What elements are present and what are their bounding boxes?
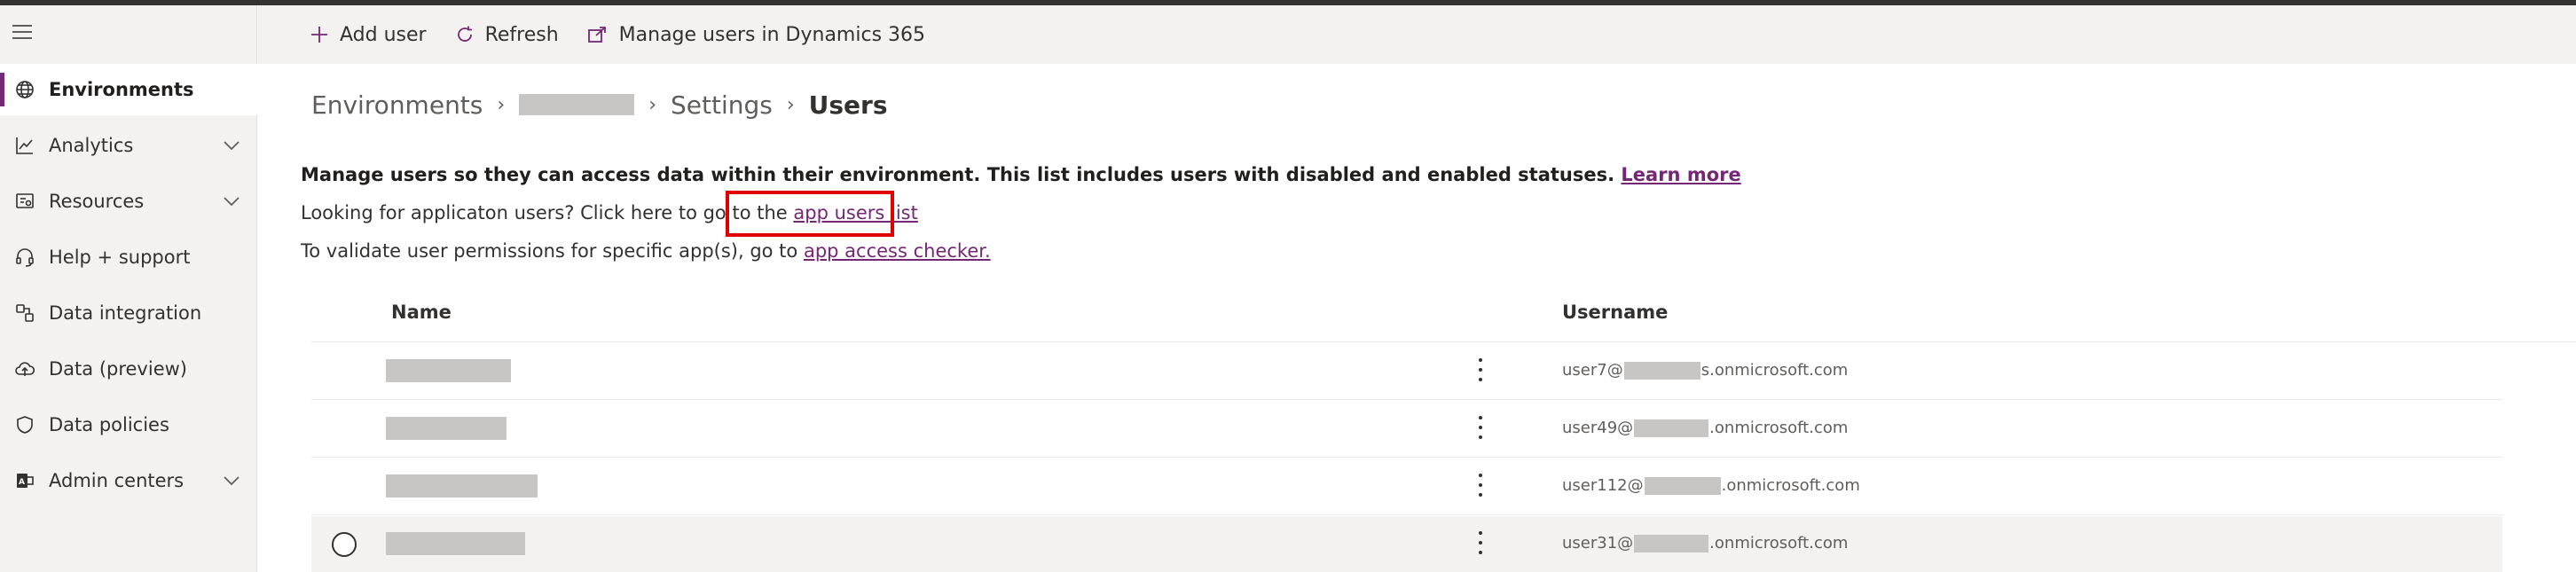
sidebar-item-label: Environments — [49, 79, 194, 100]
column-header-username[interactable]: Username — [1562, 302, 1668, 323]
user-name-redacted — [386, 417, 507, 440]
user-name-redacted — [386, 359, 511, 382]
chevron-down-icon[interactable] — [222, 192, 241, 211]
globe-icon — [12, 77, 37, 102]
app-access-checker-link[interactable]: app access checker. — [804, 240, 991, 262]
refresh-icon — [457, 26, 472, 42]
app-users-prefix: Looking for applicaton users? Click here… — [301, 202, 788, 223]
sidebar-item-label: Help + support — [49, 247, 191, 268]
sidebar-item-data-integration[interactable]: Data integration — [0, 287, 257, 339]
sidebar-item-label: Admin centers — [49, 470, 185, 491]
sidebar: Environments Analytics Resources Help + … — [0, 5, 257, 572]
username-cell: user49@ .onmicrosoft.com — [1562, 419, 1848, 437]
row-select-radio[interactable] — [332, 532, 357, 557]
manage-users-label: Manage users in Dynamics 365 — [618, 23, 926, 46]
table-row[interactable]: user31@ .onmicrosoft.com — [311, 516, 2502, 572]
chevron-right-icon: › — [648, 93, 656, 116]
username-suffix: s.onmicrosoft.com — [1700, 361, 1849, 380]
breadcrumb-environments[interactable]: Environments — [311, 90, 483, 120]
highlight-box — [726, 191, 894, 237]
sidebar-item-help-support[interactable]: Help + support — [0, 231, 257, 283]
command-bar: Add user Refresh Manage users in Dynamic… — [258, 5, 2576, 64]
more-options-icon[interactable] — [1475, 413, 1486, 442]
breadcrumb-settings[interactable]: Settings — [671, 90, 773, 120]
manage-users-dynamics-button[interactable]: Manage users in Dynamics 365 — [573, 5, 939, 64]
username-redacted — [1634, 419, 1709, 437]
breadcrumb-environment-redacted[interactable] — [519, 94, 635, 115]
sidebar-item-admin-centers[interactable]: A Admin centers — [0, 455, 257, 506]
more-options-icon[interactable] — [1475, 529, 1486, 557]
more-options-icon[interactable] — [1475, 356, 1486, 384]
sidebar-item-label: Data policies — [49, 414, 169, 435]
validate-text: To validate user permissions for specifi… — [301, 240, 991, 262]
username-prefix: user112@ — [1562, 476, 1644, 495]
username-prefix: user31@ — [1562, 534, 1634, 552]
chevron-down-icon[interactable] — [222, 136, 241, 155]
add-user-button[interactable]: Add user — [258, 5, 441, 64]
username-suffix: .onmicrosoft.com — [1709, 534, 1849, 552]
username-prefix: user49@ — [1562, 419, 1634, 437]
username-cell: user112@ .onmicrosoft.com — [1562, 476, 1860, 495]
cloud-icon — [12, 357, 37, 381]
hamburger-menu-icon[interactable] — [12, 25, 34, 43]
chart-line-icon — [12, 133, 37, 158]
user-name-redacted — [386, 474, 538, 498]
breadcrumb: Environments › › Settings › Users — [311, 87, 888, 122]
username-cell: user7@ s.onmicrosoft.com — [1562, 361, 1848, 380]
sidebar-item-label: Data integration — [49, 302, 202, 324]
validate-prefix: To validate user permissions for specifi… — [301, 240, 798, 262]
username-redacted — [1644, 476, 1721, 495]
username-redacted — [1634, 534, 1709, 552]
table-header-divider — [311, 341, 2576, 342]
sidebar-item-data-preview[interactable]: Data (preview) — [0, 343, 257, 395]
username-suffix: .onmicrosoft.com — [1709, 419, 1849, 437]
username-prefix: user7@ — [1562, 361, 1623, 380]
table-row[interactable]: user112@ .onmicrosoft.com — [311, 458, 2502, 515]
learn-more-link[interactable]: Learn more — [1621, 164, 1740, 185]
sidebar-item-resources[interactable]: Resources — [0, 176, 257, 227]
chevron-down-icon[interactable] — [222, 471, 241, 490]
data-integration-icon — [12, 301, 37, 325]
table-row[interactable]: user49@ .onmicrosoft.com — [311, 401, 2502, 458]
user-name-redacted — [386, 532, 525, 555]
add-user-label: Add user — [340, 23, 427, 46]
svg-text:A: A — [19, 478, 25, 487]
column-header-name[interactable]: Name — [391, 302, 452, 323]
chevron-right-icon: › — [786, 93, 795, 116]
refresh-label: Refresh — [484, 23, 559, 46]
shield-icon — [12, 412, 37, 437]
intro-text: Manage users so they can access data wit… — [301, 164, 1741, 185]
sidebar-item-label: Resources — [49, 191, 145, 212]
chevron-right-icon: › — [497, 93, 506, 116]
headset-icon — [12, 245, 37, 270]
resources-icon — [12, 189, 37, 214]
refresh-button[interactable]: Refresh — [441, 5, 573, 64]
username-suffix: .onmicrosoft.com — [1721, 476, 1860, 495]
table-row[interactable]: user7@ s.onmicrosoft.com — [311, 343, 2502, 400]
sidebar-item-data-policies[interactable]: Data policies — [0, 399, 257, 451]
plus-icon — [311, 27, 327, 43]
sidebar-item-label: Analytics — [49, 135, 134, 156]
intro-main-text: Manage users so they can access data wit… — [301, 164, 1615, 185]
sidebar-item-label: Data (preview) — [49, 358, 187, 380]
username-redacted — [1623, 361, 1700, 380]
page-title: Users — [808, 90, 888, 120]
sidebar-item-environments[interactable]: Environments — [0, 64, 257, 115]
sidebar-item-analytics[interactable]: Analytics — [0, 120, 257, 171]
open-external-icon — [587, 27, 606, 43]
username-cell: user31@ .onmicrosoft.com — [1562, 534, 1848, 552]
admin-icon: A — [12, 468, 37, 493]
more-options-icon[interactable] — [1475, 471, 1486, 499]
